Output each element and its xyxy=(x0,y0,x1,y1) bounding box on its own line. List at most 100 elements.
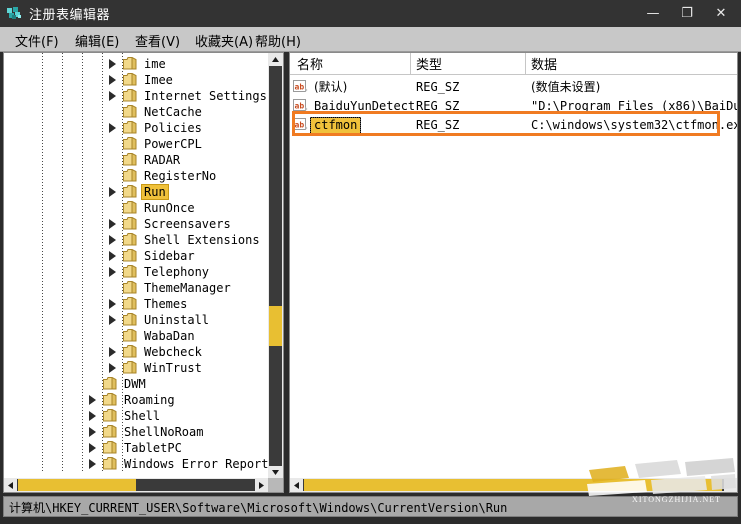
tree-item[interactable]: ThemeManager xyxy=(4,280,264,296)
expand-arrow-icon[interactable] xyxy=(108,75,117,85)
registry-tree-pane[interactable]: ime Imee Internet Settings NetCache Policies… xyxy=(3,52,284,493)
tree-item-selected[interactable]: Run xyxy=(4,184,264,200)
status-bar: 计算机\HKEY_CURRENT_USER\Software\Microsoft… xyxy=(0,493,741,524)
expand-arrow-icon[interactable] xyxy=(108,235,117,245)
tree-item-label: Run xyxy=(142,185,168,199)
value-row-selected[interactable]: ab ctfmon REG_SZ C:\windows\system32\ctfmon… xyxy=(290,117,737,135)
tree-item[interactable]: Webcheck xyxy=(4,344,264,360)
maximize-button[interactable]: ❐ xyxy=(670,0,704,27)
tree-item[interactable]: Sidebar xyxy=(4,248,264,264)
menu-item-3[interactable]: 收藏夹(A) xyxy=(192,30,256,51)
tree-item[interactable]: Imee xyxy=(4,72,264,88)
folder-icon xyxy=(123,344,137,358)
expand-arrow-icon[interactable] xyxy=(108,363,117,373)
tree-item[interactable]: Screensavers xyxy=(4,216,264,232)
value-name: (默认) xyxy=(314,80,348,94)
tree-item[interactable]: RegisterNo xyxy=(4,168,264,184)
values-scroll-left-button[interactable] xyxy=(290,479,303,491)
close-button[interactable]: ✕ xyxy=(704,0,738,27)
tree-scroll-left-button[interactable] xyxy=(4,479,17,491)
tree-item[interactable]: Shell Extensions xyxy=(4,232,264,248)
tree-item[interactable]: NetCache xyxy=(4,104,264,120)
tree-item[interactable]: Themes xyxy=(4,296,264,312)
value-row[interactable]: ab BaiduYunDetect REG_SZ "D:\Program Files … xyxy=(290,98,737,116)
expand-arrow-icon[interactable] xyxy=(88,427,97,437)
folder-icon xyxy=(123,216,137,230)
tree-item-label: NetCache xyxy=(144,105,202,119)
values-horizontal-scrollbar[interactable] xyxy=(290,478,737,492)
expand-arrow-icon[interactable] xyxy=(108,251,117,261)
tree-item[interactable]: ime xyxy=(4,56,264,72)
close-icon: ✕ xyxy=(715,6,727,21)
tree-vscroll-thumb[interactable] xyxy=(269,306,282,346)
expand-arrow-icon[interactable] xyxy=(108,315,117,325)
expand-arrow-icon[interactable] xyxy=(88,395,97,405)
column-header-1[interactable]: 类型 xyxy=(410,53,525,74)
tree-item-label: Shell xyxy=(124,409,161,423)
tree-item[interactable]: Policies xyxy=(4,120,264,136)
folder-icon xyxy=(123,232,137,246)
menu-item-1[interactable]: 编辑(E) xyxy=(72,30,122,51)
folder-icon xyxy=(123,56,137,70)
expand-arrow-icon[interactable] xyxy=(108,59,117,69)
status-bar-field: 计算机\HKEY_CURRENT_USER\Software\Microsoft… xyxy=(3,496,738,517)
tree-item[interactable]: WinTrust xyxy=(4,360,264,376)
menu-item-0[interactable]: 文件(F) xyxy=(12,30,62,51)
minimize-button[interactable]: — xyxy=(636,0,670,27)
tree-item[interactable]: Shell xyxy=(4,408,264,424)
folder-icon xyxy=(103,392,117,406)
tree-item[interactable]: Internet Settings xyxy=(4,88,267,104)
value-type: REG_SZ xyxy=(416,118,460,132)
tree-item[interactable]: RunOnce xyxy=(4,200,264,216)
folder-icon xyxy=(123,120,137,134)
tree-item[interactable]: RADAR xyxy=(4,152,264,168)
expand-arrow-icon[interactable] xyxy=(88,459,97,469)
tree-item-label: Telephony xyxy=(144,265,210,279)
expand-arrow-icon[interactable] xyxy=(88,411,97,421)
string-value-icon: ab xyxy=(293,118,308,131)
menu-item-4[interactable]: 帮助(H) xyxy=(252,30,304,51)
registry-values-pane[interactable]: 名称 类型 数据 ab (默认) REG_SZ (数值未设置) ab BaiduYunDete… xyxy=(289,52,738,493)
column-header-0[interactable]: 名称 xyxy=(292,53,410,74)
tree-item[interactable]: Roaming xyxy=(4,392,264,408)
expand-arrow-icon[interactable] xyxy=(108,91,117,101)
tree-item-label: Screensavers xyxy=(144,217,231,231)
registry-editor-window: 注册表编辑器 — ❐ ✕ 文件(F) 编辑(E) 查看(V) 收藏夹(A) 帮助(H) … xyxy=(0,0,741,524)
folder-icon xyxy=(103,456,117,470)
tree-scroll-right-button[interactable] xyxy=(255,479,268,491)
value-row[interactable]: ab (默认) REG_SZ (数值未设置) xyxy=(290,79,737,97)
value-data: (数值未设置) xyxy=(531,80,601,94)
folder-icon xyxy=(123,72,137,86)
tree-vscroll-track[interactable] xyxy=(269,66,282,466)
tree-item-label: WabaDan xyxy=(144,329,195,343)
string-value-icon: ab xyxy=(293,99,308,112)
expand-arrow-icon[interactable] xyxy=(108,187,117,197)
expand-arrow-icon[interactable] xyxy=(88,443,97,453)
tree-item[interactable]: TabletPC xyxy=(4,440,264,456)
tree-item-label: Sidebar xyxy=(144,249,195,263)
tree-scroll-up-button[interactable] xyxy=(269,53,282,66)
tree-vertical-scrollbar[interactable] xyxy=(268,53,283,479)
expand-arrow-icon[interactable] xyxy=(108,347,117,357)
tree-item-label: WinTrust xyxy=(144,361,202,375)
values-hscroll-thumb[interactable] xyxy=(304,479,722,491)
menu-item-2[interactable]: 查看(V) xyxy=(132,30,183,51)
tree-item[interactable]: WabaDan xyxy=(4,328,264,344)
folder-icon xyxy=(123,312,137,326)
tree-item-label: Themes xyxy=(144,297,188,311)
tree-item[interactable]: DWM xyxy=(4,376,264,392)
value-data: "D:\Program Files (x86)\BaiDu\Yu xyxy=(531,99,737,113)
tree-item[interactable]: Uninstall xyxy=(4,312,264,328)
expand-arrow-icon[interactable] xyxy=(108,267,117,277)
tree-item[interactable]: Windows Error Report xyxy=(4,456,269,472)
tree-item-label: ime xyxy=(144,57,166,71)
column-header-2[interactable]: 数据 xyxy=(525,53,737,74)
expand-arrow-icon[interactable] xyxy=(108,219,117,229)
tree-horizontal-scrollbar[interactable] xyxy=(4,478,268,492)
tree-item[interactable]: Telephony xyxy=(4,264,264,280)
tree-hscroll-thumb[interactable] xyxy=(18,479,136,491)
expand-arrow-icon[interactable] xyxy=(108,123,117,133)
tree-item[interactable]: ShellNoRoam xyxy=(4,424,264,440)
tree-item[interactable]: PowerCPL xyxy=(4,136,264,152)
expand-arrow-icon[interactable] xyxy=(108,299,117,309)
